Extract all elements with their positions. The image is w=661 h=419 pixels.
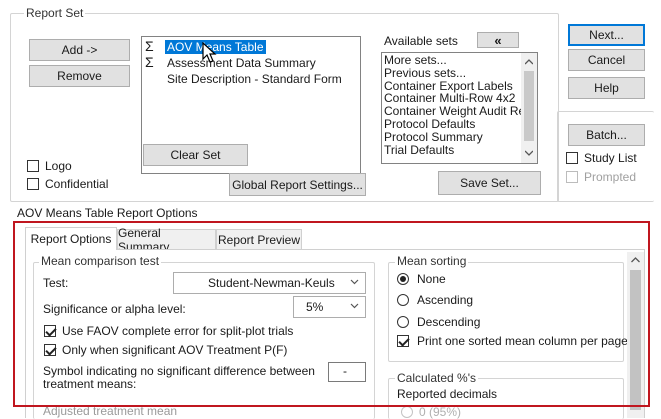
next-button[interactable]: Next... [568, 24, 645, 46]
clear-set-button[interactable]: Clear Set [143, 144, 248, 166]
available-sets-scrollbar[interactable] [521, 53, 537, 163]
tab-general-summary[interactable]: General Summary [117, 226, 216, 254]
test-label: Test: [43, 276, 69, 290]
options-scrollbar[interactable] [627, 252, 644, 418]
decimals-zero-label: 0 (95%) [419, 405, 462, 419]
available-sets-label: Available sets [384, 34, 458, 48]
list-item-label: Assessment Data Summary [167, 56, 316, 70]
significance-select-value: 5% [306, 300, 324, 314]
adjusted-treatment-label: Adjusted treatment mean [43, 404, 178, 418]
symbol-label-line1: Symbol indicating no significant differe… [43, 364, 315, 378]
help-button[interactable]: Help [568, 77, 645, 99]
sort-none-radio[interactable] [397, 273, 409, 285]
prompted-checkbox[interactable] [566, 171, 578, 183]
sigma-icon: Σ [145, 38, 154, 54]
scrollbar-thumb[interactable] [524, 71, 534, 141]
symbol-label-line2: treatment means: [43, 377, 137, 391]
significance-select[interactable]: 5% [293, 296, 366, 318]
chevron-up-icon [631, 257, 640, 263]
only-significant-label: Only when significant AOV Treatment P(F) [62, 343, 288, 357]
calculated-legend: Calculated %'s [395, 371, 478, 385]
collapse-button[interactable]: « [477, 32, 519, 48]
list-item[interactable]: Previous sets... [384, 66, 532, 80]
test-select[interactable]: Student-Newman-Keuls [173, 272, 366, 294]
mean-sorting-legend: Mean sorting [395, 254, 469, 268]
sort-descending-radio[interactable] [397, 316, 409, 328]
decimals-zero-radio[interactable] [401, 406, 413, 418]
chevron-up-icon [525, 59, 533, 65]
chevron-down-icon [350, 303, 359, 309]
save-set-button[interactable]: Save Set... [438, 171, 541, 195]
report-set-legend: Report Set [24, 6, 86, 20]
sort-none-label: None [417, 272, 446, 286]
logo-label: Logo [45, 159, 72, 173]
list-item[interactable]: More sets... [384, 54, 532, 67]
list-item[interactable]: Protocol Summary [384, 130, 532, 144]
only-significant-checkbox[interactable] [44, 344, 56, 356]
add-button[interactable]: Add -> [29, 39, 130, 61]
tab-report-preview[interactable]: Report Preview [216, 229, 302, 249]
symbol-input[interactable]: - [328, 362, 366, 382]
double-chevron-left-icon: « [494, 32, 502, 48]
chevron-down-icon [350, 279, 359, 285]
faov-label: Use FAOV complete error for split-plot t… [62, 324, 294, 338]
logo-checkbox[interactable] [27, 160, 39, 172]
reported-decimals-label: Reported decimals [397, 387, 498, 401]
list-item-label: Site Description - Standard Form [167, 72, 342, 86]
print-sorted-label: Print one sorted mean column per page [417, 334, 628, 348]
study-list-checkbox[interactable] [566, 152, 578, 164]
mouse-cursor-icon [202, 42, 217, 63]
symbol-input-value: - [343, 364, 347, 378]
study-list-label: Study List [584, 151, 637, 165]
options-section-title: AOV Means Table Report Options [17, 206, 198, 220]
mean-comparison-legend: Mean comparison test [39, 254, 162, 268]
prompted-label: Prompted [584, 170, 637, 184]
remove-button[interactable]: Remove [29, 65, 130, 87]
sort-descending-label: Descending [417, 315, 481, 329]
list-item[interactable]: Protocol Defaults [384, 118, 532, 131]
significance-label: Significance or alpha level: [43, 302, 186, 316]
confidential-checkbox[interactable] [27, 178, 39, 190]
scrollbar-thumb[interactable] [630, 270, 641, 410]
sigma-icon: Σ [145, 54, 154, 70]
batch-button[interactable]: Batch... [568, 124, 645, 146]
tab-report-options[interactable]: Report Options [25, 227, 117, 250]
chevron-down-icon [525, 150, 533, 156]
list-item[interactable]: Trial Defaults [384, 143, 532, 157]
test-select-value: Student-Newman-Keuls [208, 276, 335, 290]
confidential-label: Confidential [45, 177, 109, 191]
sort-ascending-radio[interactable] [397, 294, 409, 306]
global-report-settings-button[interactable]: Global Report Settings... [229, 173, 366, 196]
faov-checkbox[interactable] [44, 325, 56, 337]
print-sorted-checkbox[interactable] [397, 335, 409, 347]
sort-ascending-label: Ascending [417, 293, 474, 307]
available-sets-list[interactable]: More sets... Previous sets... Container … [381, 52, 538, 164]
cancel-button[interactable]: Cancel [568, 49, 645, 71]
